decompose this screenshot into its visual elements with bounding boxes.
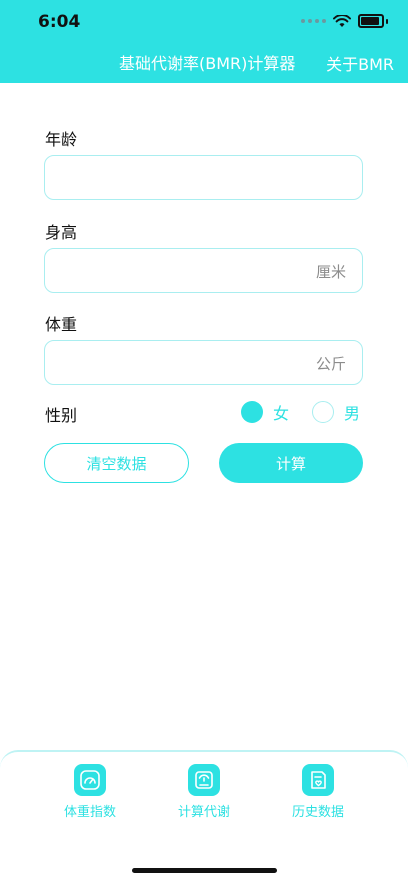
radio-unchecked-icon: [312, 401, 334, 423]
gender-male-radio[interactable]: 男: [312, 400, 360, 424]
height-field[interactable]: 厘米: [44, 248, 363, 293]
weight-unit: 公斤: [315, 355, 346, 373]
age-label: 年龄: [45, 130, 78, 149]
tab-calculate-metabolism[interactable]: 计算代谢: [164, 764, 244, 820]
home-indicator: [132, 868, 277, 873]
scale-icon: [188, 764, 220, 796]
weight-field[interactable]: 公斤: [44, 340, 363, 385]
gender-female-radio[interactable]: 女: [241, 400, 289, 424]
tab-bmi-label: 体重指数: [63, 805, 116, 820]
tab-history-label: 历史数据: [291, 805, 344, 820]
about-bmr-button[interactable]: 关于BMR: [326, 51, 394, 75]
weight-input[interactable]: [57, 341, 281, 383]
status-icons: [301, 14, 388, 28]
gender-female-label: 女: [273, 404, 290, 423]
tab-bmi[interactable]: 体重指数: [50, 764, 130, 820]
battery-icon: [358, 14, 384, 28]
height-unit: 厘米: [315, 263, 346, 281]
weight-label: 体重: [45, 315, 78, 334]
gender-label: 性别: [45, 406, 78, 425]
gender-male-label: 男: [344, 404, 361, 423]
wifi-icon: [333, 14, 351, 27]
header: 6:04 基础代谢率(BMR)计算器 关于BMR: [0, 0, 408, 83]
gauge-icon: [74, 764, 106, 796]
height-input[interactable]: [57, 249, 281, 291]
signal-icon: [301, 19, 326, 23]
tab-calculate-metabolism-label: 计算代谢: [177, 805, 230, 820]
page-title: 基础代谢率(BMR)计算器: [119, 54, 296, 73]
height-label: 身高: [45, 223, 78, 242]
clear-data-button[interactable]: 清空数据: [44, 443, 189, 483]
calculate-button[interactable]: 计算: [219, 443, 363, 483]
age-input[interactable]: [57, 156, 281, 198]
status-time: 6:04: [38, 12, 81, 32]
age-field[interactable]: [44, 155, 363, 200]
tab-history[interactable]: 历史数据: [278, 764, 358, 820]
battery-cap: [386, 18, 388, 24]
history-icon: [302, 764, 334, 796]
radio-checked-icon: [241, 401, 263, 423]
